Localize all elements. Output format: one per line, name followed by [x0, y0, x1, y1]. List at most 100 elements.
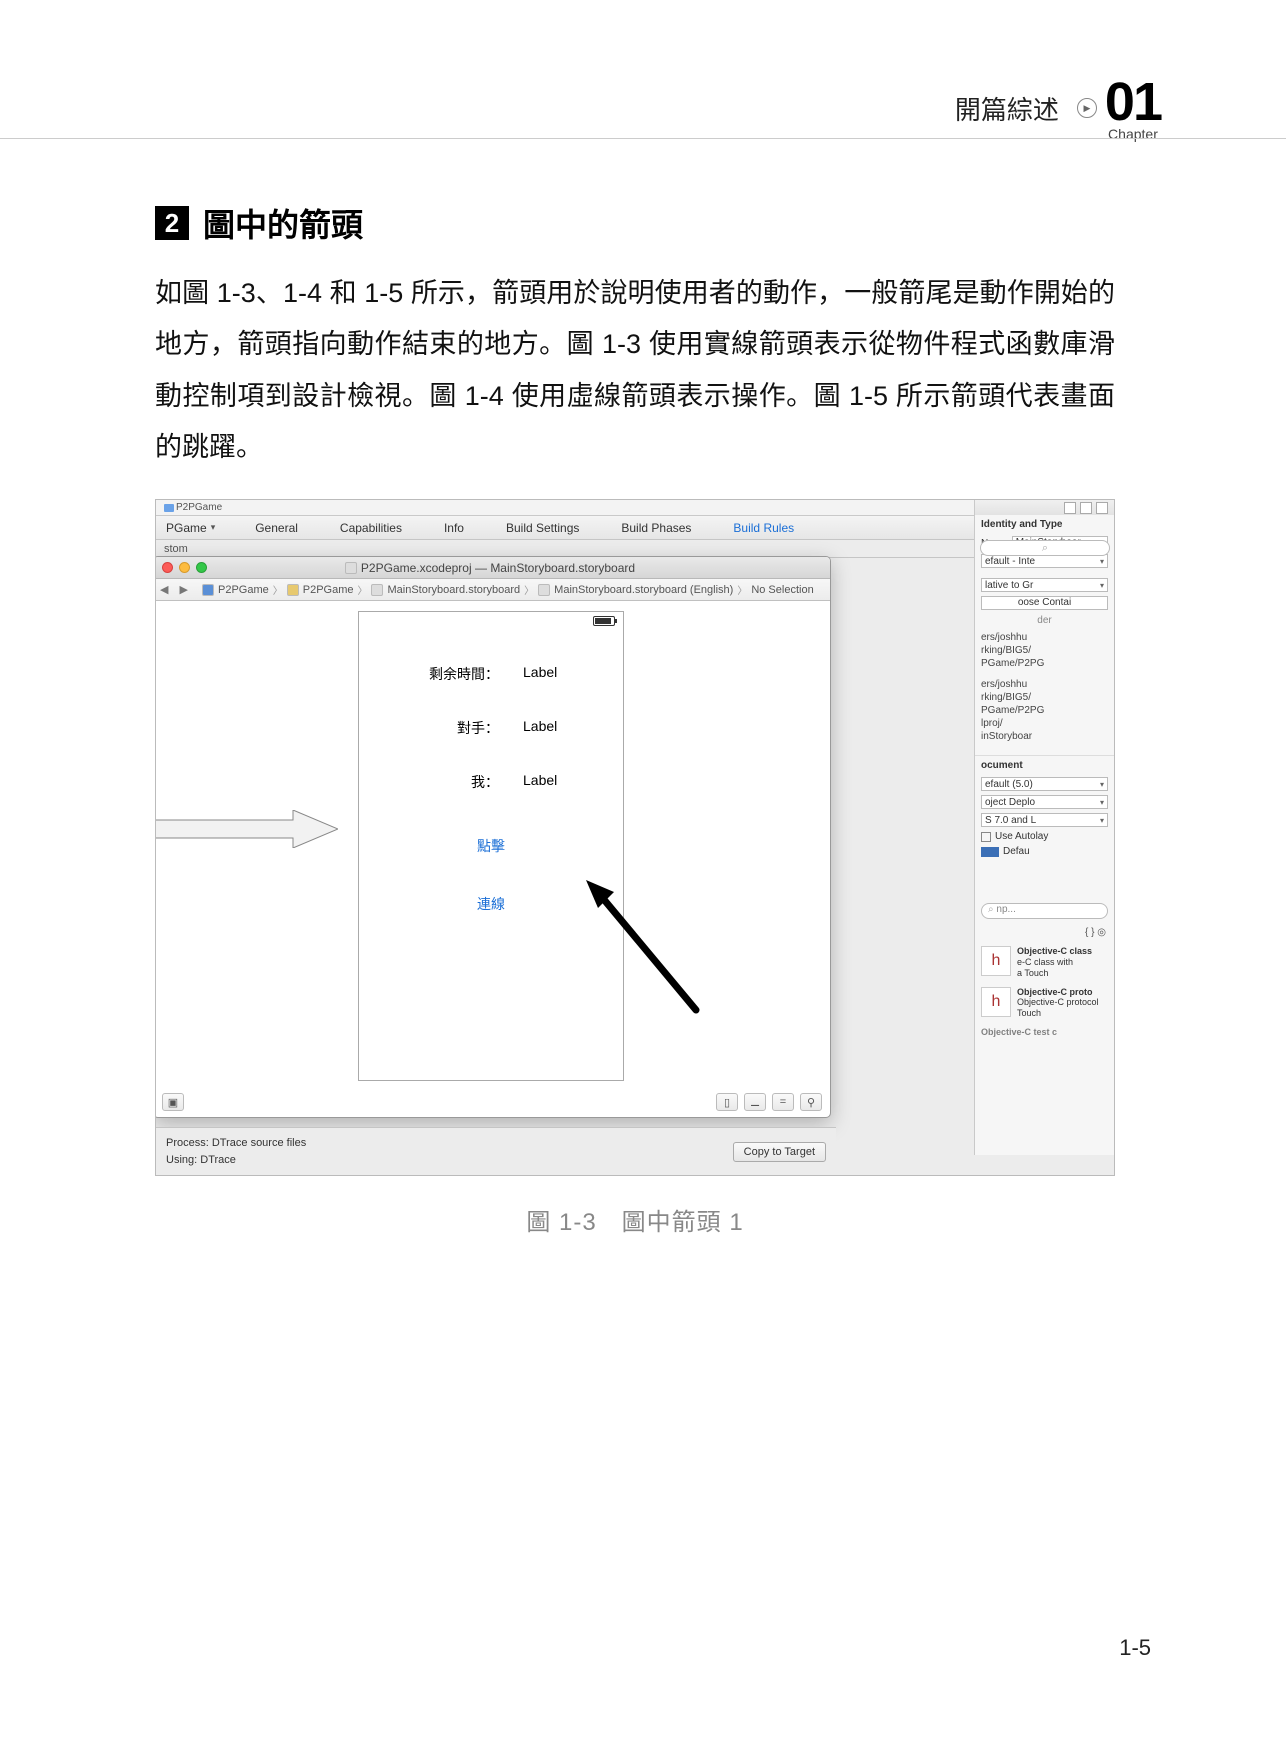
- build-rule-panel: Process: DTrace source files Using: DTra…: [156, 1127, 836, 1175]
- path-text: der: [975, 612, 1114, 629]
- editor-bottom-toolbar: ▣ ▯ ⚊ = ⚲: [162, 1093, 822, 1111]
- storyboard-icon: [538, 584, 550, 596]
- section-number-badge: 2: [155, 206, 189, 240]
- zoom-in-icon[interactable]: ⚲: [800, 1093, 822, 1111]
- path-text: ers/joshhu rking/BIG5/ PGame/P2PG: [975, 629, 1114, 672]
- autolayout-label: Use Autolay: [995, 831, 1048, 842]
- project-name[interactable]: PGame ▾: [166, 521, 215, 535]
- project-nav-file: P2PGame: [176, 502, 222, 513]
- traffic-lights: [162, 562, 207, 573]
- nav-back-forward-icon[interactable]: ◀ ▶: [160, 583, 192, 596]
- process-value: DTrace source files: [212, 1137, 306, 1149]
- tint-label: Defau: [1003, 846, 1030, 857]
- page-header: 開篇綜述 ▶ 01 Chapter: [955, 75, 1161, 141]
- builds-for-select[interactable]: oject Deplo▾: [981, 795, 1108, 809]
- header-rule: [0, 138, 1286, 139]
- jump-seg[interactable]: MainStoryboard.storyboard: [387, 584, 520, 596]
- time-remaining-value: Label: [523, 664, 563, 684]
- process-label: Process:: [166, 1137, 209, 1149]
- inspector-filter-input[interactable]: ⌕: [980, 540, 1110, 556]
- opponent-label: 對手：: [419, 718, 499, 738]
- label-row: 剩余時間： Label: [359, 664, 623, 684]
- tab-build-settings[interactable]: Build Settings: [506, 521, 579, 535]
- inspector-section-title: Identity and Type: [975, 515, 1114, 534]
- tap-button[interactable]: 點擊: [359, 836, 623, 856]
- jump-seg[interactable]: No Selection: [751, 584, 813, 596]
- dropdown-icon: ▾: [211, 522, 216, 533]
- label-row: 我： Label: [359, 772, 623, 792]
- using-label: Using:: [166, 1154, 197, 1166]
- body-paragraph: 如圖 1-3、1-4 和 1-5 所示，箭頭用於說明使用者的動作，一般箭尾是動作…: [155, 268, 1115, 473]
- tab-capabilities[interactable]: Capabilities: [340, 521, 402, 535]
- doc-section-label: ocument: [975, 755, 1114, 775]
- library-item[interactable]: h Objective-C class e-C class with a Tou…: [975, 942, 1114, 982]
- tab-general[interactable]: General: [255, 521, 298, 535]
- window-title: P2PGame.xcodeproj — MainStoryboard.story…: [361, 561, 635, 575]
- inspector-mode-icon[interactable]: [1096, 502, 1108, 514]
- inspector-toolbar: [974, 500, 1114, 515]
- me-label: 我：: [419, 772, 499, 792]
- folder-icon: [287, 584, 299, 596]
- storyboard-icon: [371, 584, 383, 596]
- autolayout-checkbox[interactable]: [981, 832, 991, 842]
- file-icon: [345, 562, 357, 574]
- section-heading: 2 圖中的箭頭: [155, 200, 1115, 246]
- outline-arrow-icon: [155, 810, 338, 848]
- library-search-input[interactable]: ⌕ np...: [981, 903, 1108, 919]
- drawn-arrow-icon: [586, 880, 726, 1040]
- figure-screenshot: P2PGame PGame ▾ General Capabilities Inf…: [155, 499, 1115, 1176]
- search-icon: ⌕: [988, 904, 994, 915]
- label-row: 對手： Label: [359, 718, 623, 738]
- folder-icon: [164, 504, 174, 512]
- copy-to-target-button[interactable]: Copy to Target: [733, 1142, 826, 1162]
- section-title: 圖中的箭頭: [203, 200, 363, 246]
- braces-icon[interactable]: { } ◎: [975, 923, 1114, 942]
- header-title: 開篇綜述: [955, 90, 1059, 127]
- library-item[interactable]: Objective-C test c: [975, 1023, 1114, 1042]
- device-toggle-icon[interactable]: ▯: [716, 1093, 738, 1111]
- objc-class-icon: h: [981, 946, 1011, 976]
- battery-icon: [593, 616, 615, 626]
- opponent-value: Label: [523, 718, 563, 738]
- device-canvas: 剩余時間： Label 對手： Label 我： Label 點擊 連線: [358, 611, 624, 1081]
- connect-button[interactable]: 連線: [359, 894, 623, 914]
- choose-container-button[interactable]: oose Contai: [981, 596, 1108, 610]
- tab-build-phases[interactable]: Build Phases: [621, 521, 691, 535]
- jump-seg[interactable]: P2PGame: [303, 584, 354, 596]
- minimize-icon[interactable]: [179, 562, 190, 573]
- time-remaining-label: 剩余時間：: [419, 664, 499, 684]
- tint-swatch-icon[interactable]: [981, 847, 999, 857]
- objc-protocol-icon: h: [981, 987, 1011, 1017]
- window-titlebar: P2PGame.xcodeproj — MainStoryboard.story…: [155, 557, 830, 579]
- close-icon[interactable]: [162, 562, 173, 573]
- jump-seg[interactable]: P2PGame: [218, 584, 269, 596]
- project-icon: [202, 584, 214, 596]
- opens-in-select[interactable]: efault (5.0)▾: [981, 777, 1108, 791]
- chapter-block: 01 Chapter: [1105, 75, 1161, 141]
- path-text: ers/joshhu rking/BIG5/ PGame/P2PG lproj/…: [975, 676, 1114, 745]
- zoom-out-icon[interactable]: ⚊: [744, 1093, 766, 1111]
- using-value: DTrace: [200, 1154, 236, 1166]
- inspector-mode-icon[interactable]: [1080, 502, 1092, 514]
- content-area: 2 圖中的箭頭 如圖 1-3、1-4 和 1-5 所示，箭頭用於說明使用者的動作…: [155, 200, 1115, 1237]
- tab-info[interactable]: Info: [444, 521, 464, 535]
- chapter-number: 01: [1105, 75, 1161, 129]
- figure-caption: 圖 1-3 圖中箭頭 1: [155, 1202, 1115, 1237]
- inspector-panel: Identity and Type Name MainStoryboar efa…: [974, 515, 1114, 1155]
- zoom-fit-icon[interactable]: =: [772, 1093, 794, 1111]
- device-status-bar: [359, 612, 623, 630]
- outline-toggle-icon[interactable]: ▣: [162, 1093, 184, 1111]
- jump-seg[interactable]: MainStoryboard.storyboard (English): [554, 584, 733, 596]
- view-as-select[interactable]: S 7.0 and L▾: [981, 813, 1108, 827]
- jump-bar: ◀ ▶ P2PGame 〉 P2PGame 〉 MainStoryboard.s…: [155, 579, 830, 601]
- location-select[interactable]: lative to Gr▾: [981, 578, 1108, 592]
- project-tabs: PGame ▾ General Capabilities Info Build …: [156, 516, 1114, 540]
- page-number: 1-5: [1119, 1635, 1151, 1661]
- search-icon: ⌕: [1042, 542, 1048, 555]
- zoom-icon[interactable]: [196, 562, 207, 573]
- tab-build-rules[interactable]: Build Rules: [733, 521, 794, 535]
- library-item[interactable]: h Objective-C proto Objective-C protocol…: [975, 983, 1114, 1023]
- type-select[interactable]: efault - Inte▾: [981, 554, 1108, 568]
- header-bullet-icon: ▶: [1077, 98, 1097, 118]
- inspector-mode-icon[interactable]: [1064, 502, 1076, 514]
